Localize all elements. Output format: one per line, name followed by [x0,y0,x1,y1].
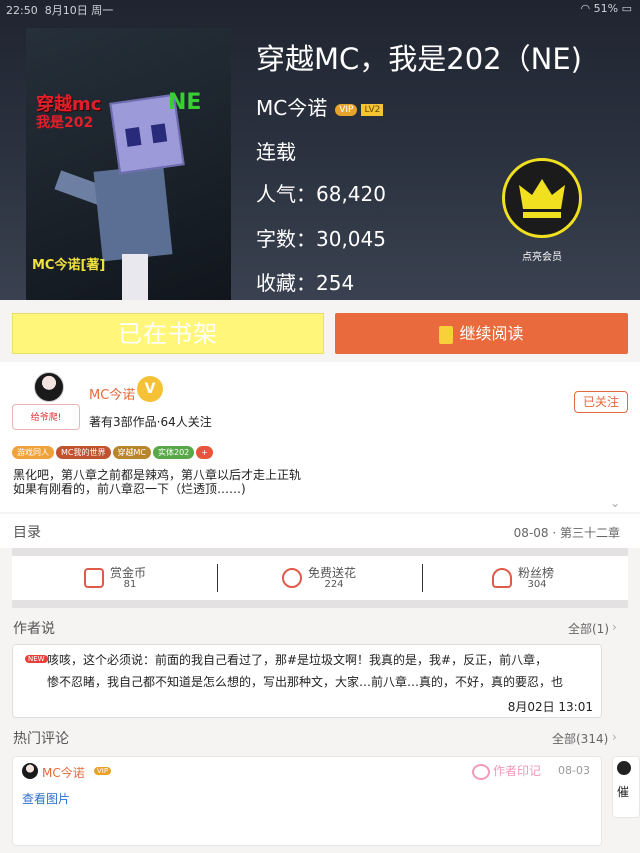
cover-art-body [93,164,173,262]
tag-item[interactable]: 实体202 [153,446,195,459]
author-mark-label: 作者印记 [493,764,542,778]
vip-badge: VIP [94,767,112,775]
tag-item[interactable]: MC我的世界 [56,446,111,459]
author-says-card[interactable]: NEW 咳咳，这个必须说：前面的我自己看过了，那#是垃圾文啊！我真的是，我#，反… [12,644,602,718]
author-says-date: 8月02日 13:01 [507,700,593,714]
tag-item[interactable]: 游戏同人 [12,446,54,459]
avatar[interactable] [22,763,38,779]
author-says-label: 作者说 [13,621,55,637]
divider [217,564,218,592]
book-word-count: 字数：30,045 [256,227,386,251]
toc-label[interactable]: 目录 [13,522,41,542]
in-shelf-button[interactable]: 已在书架 [12,313,324,354]
divider [422,564,423,592]
book-description: 黑化吧，第八章之前都是辣鸡，第八章以后才走上正轨 如果有刚看的，前八章忍一下（烂… [13,468,302,496]
reward-flowers[interactable]: 免费送花 224 [282,564,402,594]
tag-list: 游戏同人 MC我的世界 穿越MC 实体202 + [12,446,215,460]
book-icon [439,325,454,344]
coin-icon [84,568,104,588]
divider [12,548,628,556]
reward-count: 304 [527,579,547,590]
book-author[interactable]: MC今诺 [256,96,327,120]
expand-chevron-icon[interactable]: ⌄ [610,496,620,510]
reward-coins[interactable]: 赏金币 81 [84,564,204,594]
status-bar: 22:50 8月10日 周一 ◠ 51% ▭ [0,0,640,17]
medal-icon [492,568,512,588]
hot-comments-all[interactable]: 全部(314) [552,730,608,747]
book-author-line[interactable]: MC今诺 VIP LV2 [256,92,384,121]
cover-art-leg [122,254,148,300]
author-info: 著有3部作品·64人关注 [89,415,212,429]
tag-item[interactable]: 穿越MC [112,446,151,459]
comment-author[interactable]: MC今诺 [42,764,85,781]
status-time: 22:50 [6,4,38,17]
battery-icon: ▭ [621,2,632,15]
view-image-link[interactable]: 查看图片 [22,790,70,807]
gift-card[interactable]: 给爷爬! [12,404,80,430]
reward-count: 81 [123,579,137,590]
follow-button[interactable]: 已关注 [574,391,628,413]
author-says-text: 咳咳，这个必须说：前面的我自己看过了，那#是垃圾文啊！我真的是，我#，反正，前八… [47,653,564,689]
continue-reading-label: 继续阅读 [459,324,524,343]
book-header: 22:50 8月10日 周一 ◠ 51% ▭ 穿越mc 我是202 NE MC今… [0,0,640,300]
peek-text: 催 [617,785,630,799]
vip-badge: VIP [335,103,358,116]
continue-reading-button[interactable]: 继续阅读 [335,313,628,354]
book-cover[interactable]: 穿越mc 我是202 NE MC今诺[著] [26,28,231,300]
new-badge: NEW [25,655,48,663]
paw-icon [472,763,490,780]
comment-date: 08-03 [558,764,590,777]
add-tag-button[interactable]: + [196,446,213,459]
verified-badge: V [137,376,163,402]
wifi-icon: ◠ [580,2,591,15]
reward-count: 224 [324,579,344,590]
book-popularity: 人气：68,420 [256,182,386,206]
toc-latest[interactable]: 08-08 · 第三十二章 [514,524,620,541]
book-favorites: 收藏：254 [256,271,355,295]
chevron-right-icon[interactable]: › [612,620,617,634]
chevron-right-icon[interactable]: › [612,730,617,744]
level-badge: LV2 [361,103,384,116]
chevron-right-icon[interactable]: › [612,524,617,538]
reward-fans[interactable]: 粉丝榜 304 [492,564,612,594]
divider [12,600,628,608]
book-title: 穿越MC，我是202（NE) [256,42,582,76]
crown-icon [519,179,565,218]
battery-level: 51% [593,2,619,15]
status-date: 8月10日 周一 [44,4,114,17]
member-label[interactable]: 点亮会员 [502,248,582,263]
hot-comments-label: 热门评论 [13,731,69,747]
cover-title-line2: 我是202 [36,115,94,131]
avatar [617,761,631,775]
avatar[interactable] [34,372,64,402]
author-says-all[interactable]: 全部(1) [568,620,609,637]
flower-icon [282,568,302,588]
member-button[interactable] [502,158,582,238]
cover-author: MC今诺[著] [32,258,106,273]
cover-tag: NE [168,90,202,115]
author-name[interactable]: MC今诺 [89,384,135,403]
book-status: 连载 [256,140,296,164]
author-mark: 作者印记 [472,762,541,780]
next-comment-card[interactable]: 催 [612,756,640,818]
